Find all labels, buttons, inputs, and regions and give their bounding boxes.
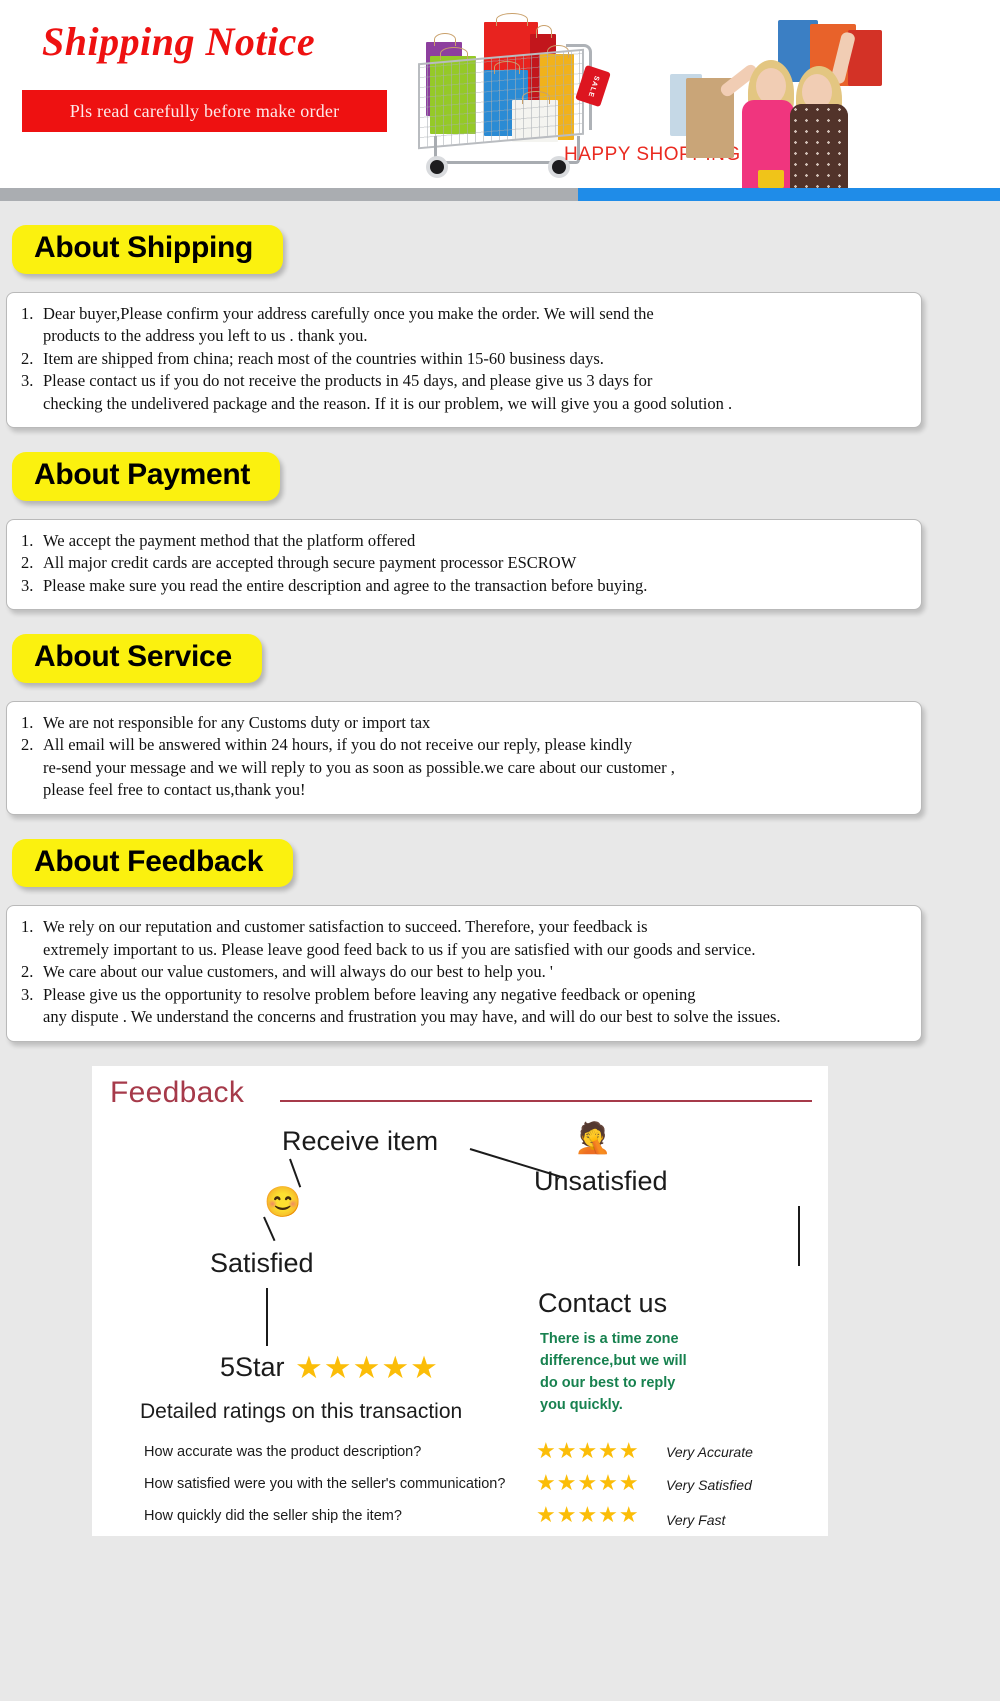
list-number: 3. bbox=[21, 984, 34, 1004]
rating-label: Very Accurate bbox=[666, 1443, 753, 1460]
list-text: We rely on our reputation and customer s… bbox=[43, 917, 756, 959]
label-satisfied: Satisfied bbox=[210, 1247, 314, 1278]
list-item: 1. We are not responsible for any Customs… bbox=[21, 712, 907, 735]
list-text: All major credit cards are accepted thro… bbox=[43, 553, 577, 572]
badge-about-shipping: About Shipping bbox=[12, 225, 284, 274]
list-text: We accept the payment method that the pl… bbox=[43, 530, 416, 550]
label-contact-us: Contact us bbox=[538, 1287, 668, 1318]
fivestar-row: 5Star ★★★★★ bbox=[220, 1348, 438, 1385]
rating-label: Very Satisfied bbox=[666, 1476, 752, 1493]
label-unsatisfied: Unsatisfied bbox=[534, 1165, 668, 1196]
list-item: 1. Dear buyer,Please confirm your address… bbox=[21, 303, 907, 348]
unsatisfied-face-icon: 🤦 bbox=[574, 1121, 612, 1155]
list-number: 1. bbox=[21, 712, 34, 732]
read-carefully-banner-text: Pls read carefully before make order bbox=[69, 100, 340, 121]
label-receive-item: Receive item bbox=[282, 1125, 439, 1156]
badge-about-feedback: About Feedback bbox=[12, 838, 294, 887]
rating-stars[interactable]: ★★★★★ bbox=[536, 1502, 640, 1528]
list-number: 1. bbox=[21, 530, 34, 550]
page-title: Shipping Notice bbox=[42, 19, 316, 64]
list-text: We care about our value customers, and w… bbox=[43, 962, 553, 981]
list-item: 3. Please contact us if you do not receiv… bbox=[21, 370, 907, 415]
satisfied-face-icon: 😊 bbox=[264, 1185, 302, 1219]
list-number: 2. bbox=[21, 348, 34, 368]
cart-basket-icon bbox=[418, 48, 584, 150]
section-divider-bar bbox=[0, 188, 1000, 201]
section-feedback: About Feedback 1. We rely on our reputati… bbox=[0, 838, 1000, 1042]
divider-gray-segment bbox=[0, 188, 578, 201]
list-item: 3. Please give us the opportunity to reso… bbox=[21, 984, 907, 1029]
feedback-title-rule bbox=[280, 1099, 812, 1102]
connector-receive-to-satisfied bbox=[289, 1158, 302, 1188]
sale-tag-text: SALE bbox=[586, 74, 600, 98]
detailed-ratings-heading: Detailed ratings on this transaction bbox=[140, 1399, 463, 1423]
contact-note-text: There is a time zone difference,but we w… bbox=[540, 1330, 687, 1413]
read-carefully-banner: Pls read carefully before make order bbox=[22, 90, 387, 132]
list-text: We are not responsible for any Customs d… bbox=[43, 712, 431, 732]
section-payment: About Payment 1. We accept the payment me… bbox=[0, 452, 1000, 610]
shopper-face bbox=[756, 68, 786, 104]
rating-question: How accurate was the product description… bbox=[144, 1443, 422, 1460]
five-star-rating[interactable]: ★★★★★ bbox=[295, 1350, 439, 1385]
list-text: Dear buyer,Please confirm your address c… bbox=[43, 303, 654, 346]
cart-wheel-icon bbox=[426, 156, 448, 178]
connector-smiley-to-satisfied bbox=[263, 1216, 276, 1241]
shopper-bag-yellow bbox=[758, 170, 784, 188]
page-header: Shipping Notice Pls read carefully befor… bbox=[0, 0, 1000, 188]
feedback-diagram-section: Feedback Receive item 🤦 Unsatisfied 😊 Sa… bbox=[0, 1055, 1000, 1543]
shoppers-photo bbox=[660, 0, 920, 188]
list-text: Please give us the opportunity to resolv… bbox=[43, 984, 781, 1027]
rating-label: Very Fast bbox=[666, 1511, 726, 1528]
list-text: All email will be answered within 24 hou… bbox=[43, 735, 675, 799]
feedback-diagram-title: Feedback bbox=[110, 1075, 245, 1109]
connector-satisfied-to-fivestar bbox=[266, 1287, 268, 1346]
notice-body: About Shipping 1. Dear buyer,Please confi… bbox=[0, 201, 1000, 1042]
list-text: Please contact us if you do not receive … bbox=[43, 371, 733, 413]
section-service: About Service 1. We are not responsible f… bbox=[0, 634, 1000, 815]
list-item: 2. All email will be answered within 24 h… bbox=[21, 734, 907, 802]
divider-blue-segment bbox=[578, 188, 1000, 201]
panel-about-payment: 1. We accept the payment method that the … bbox=[6, 518, 922, 610]
list-item: 1. We rely on our reputation and customer… bbox=[21, 916, 907, 961]
rating-stars[interactable]: ★★★★★ bbox=[536, 1438, 640, 1464]
list-text: Item are shipped from china; reach most … bbox=[43, 348, 604, 368]
list-item: 3. Please make sure you read the entire d… bbox=[21, 575, 907, 598]
panel-about-feedback: 1. We rely on our reputation and customer… bbox=[6, 905, 922, 1042]
badge-about-service: About Service bbox=[12, 634, 262, 683]
list-item: 2. We care about our value customers, and… bbox=[21, 961, 907, 984]
badge-about-payment: About Payment bbox=[12, 452, 281, 501]
feedback-diagram-card: Feedback Receive item 🤦 Unsatisfied 😊 Sa… bbox=[92, 1065, 828, 1536]
rating-stars[interactable]: ★★★★★ bbox=[536, 1470, 640, 1496]
list-item: 1. We accept the payment method that the … bbox=[21, 530, 907, 553]
list-item: 2. All major credit cards are accepted th… bbox=[21, 552, 907, 575]
list-number: 1. bbox=[21, 303, 34, 323]
list-number: 2. bbox=[21, 962, 34, 981]
list-text: Please make sure you read the entire des… bbox=[43, 575, 648, 595]
panel-about-shipping: 1. Dear buyer,Please confirm your address… bbox=[6, 291, 922, 428]
list-number: 2. bbox=[21, 735, 34, 754]
rating-question: How satisfied were you with the seller's… bbox=[144, 1475, 506, 1492]
list-number: 2. bbox=[21, 553, 34, 572]
list-number: 3. bbox=[21, 575, 34, 595]
list-item: 2. Item are shipped from china; reach mos… bbox=[21, 348, 907, 371]
connector-unsatisfied-to-contact bbox=[798, 1205, 800, 1266]
panel-about-service: 1. We are not responsible for any Customs… bbox=[6, 700, 922, 815]
rating-question: How quickly did the seller ship the item… bbox=[144, 1507, 402, 1524]
section-shipping: About Shipping 1. Dear buyer,Please confi… bbox=[0, 225, 1000, 428]
shopper-polkadot-top bbox=[790, 104, 848, 188]
label-five-star: 5Star bbox=[220, 1351, 285, 1382]
list-number: 3. bbox=[21, 371, 34, 390]
list-number: 1. bbox=[21, 917, 34, 936]
